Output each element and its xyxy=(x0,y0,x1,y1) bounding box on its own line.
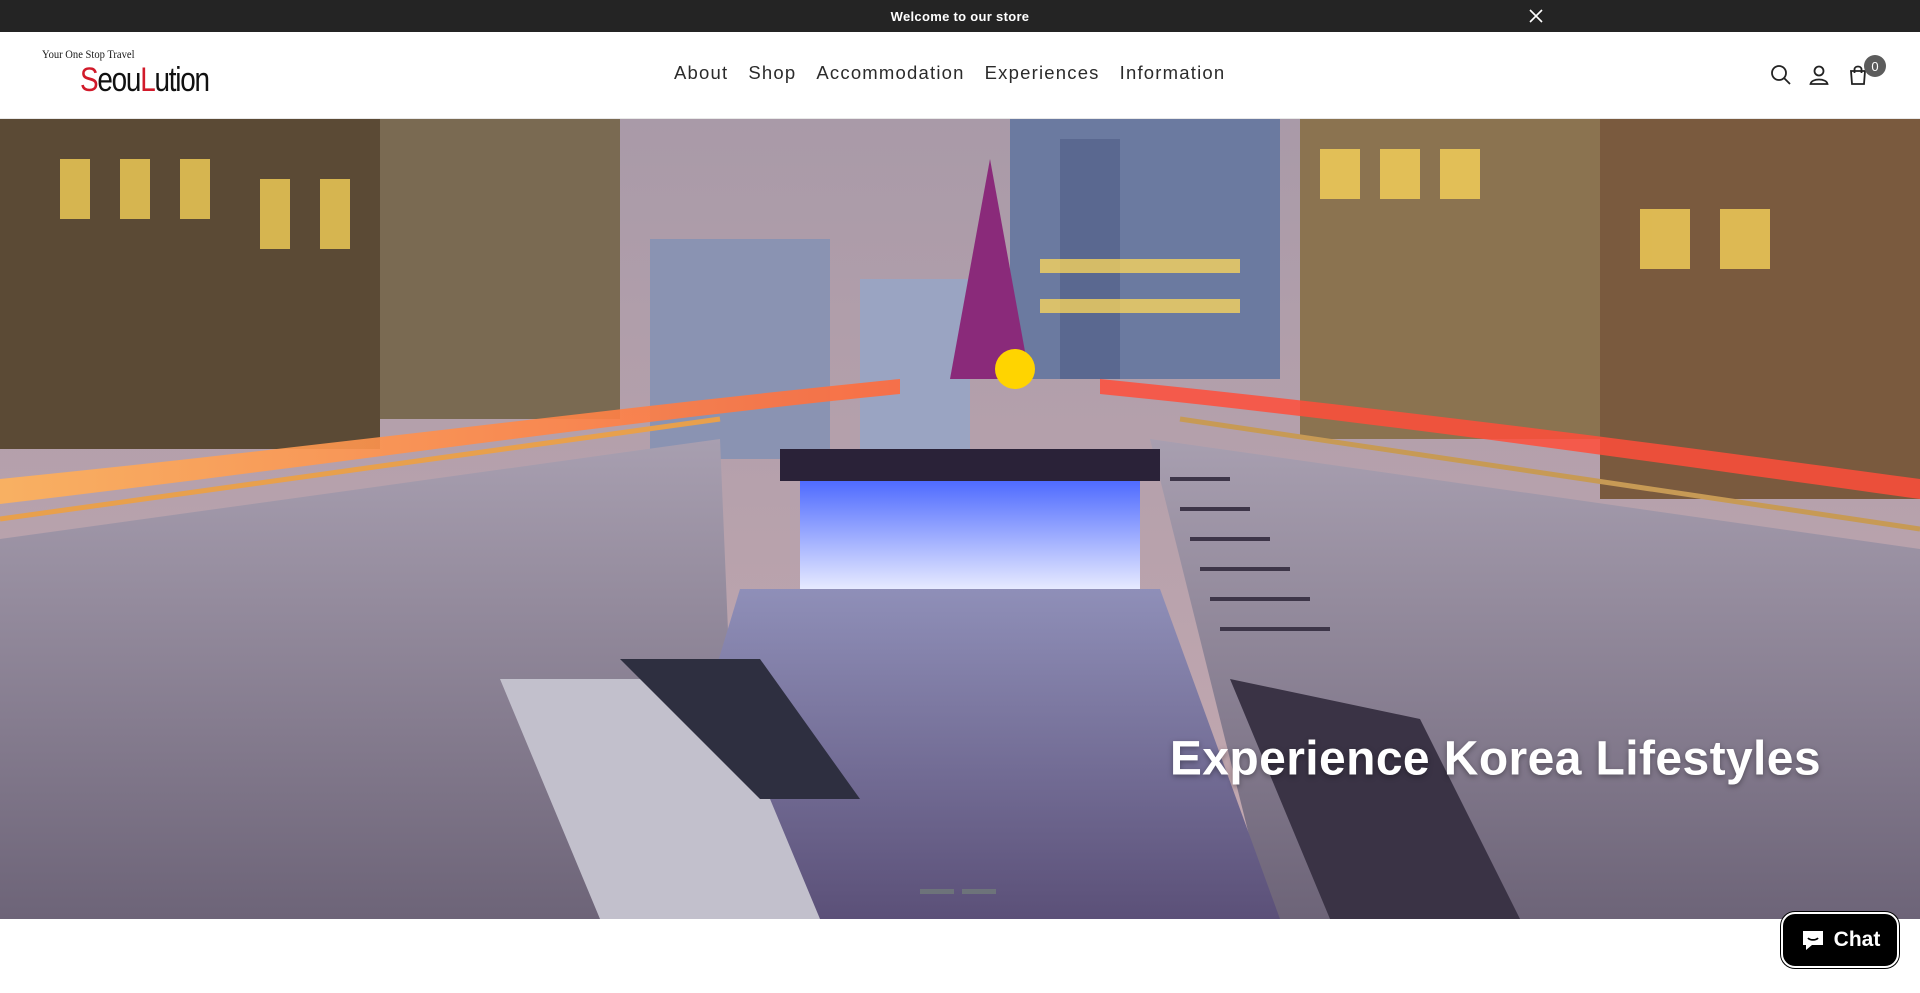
hero-banner: Experience Korea Lifestyles xyxy=(0,119,1920,919)
nav-item-shop[interactable]: Shop xyxy=(738,62,806,84)
close-icon xyxy=(1529,9,1543,23)
announcement-text: Welcome to our store xyxy=(890,8,1030,24)
nav-item-experiences[interactable]: Experiences xyxy=(975,62,1110,84)
close-announcement-button[interactable] xyxy=(1524,6,1548,26)
announcement-bar: Welcome to our store xyxy=(0,0,1920,32)
main-nav: About Shop Accommodation Experiences Inf… xyxy=(664,62,1235,84)
logo-word-after: ution xyxy=(154,61,210,99)
logo[interactable]: Your One Stop Travel SeouLution xyxy=(42,47,222,103)
site-header: Your One Stop Travel SeouLution About Sh… xyxy=(0,32,1920,119)
slider-dots xyxy=(920,889,996,894)
hero-image xyxy=(0,119,1920,919)
chat-label: Chat xyxy=(1833,928,1881,951)
logo-initial-s: S xyxy=(80,61,99,99)
slider-dot-2[interactable] xyxy=(962,889,996,894)
logo-tagline: Your One Stop Travel xyxy=(42,47,135,61)
account-icon xyxy=(1809,65,1829,85)
nav-item-about[interactable]: About xyxy=(664,62,738,84)
nav-item-information[interactable]: Information xyxy=(1110,62,1236,84)
nav-item-accommodation[interactable]: Accommodation xyxy=(806,62,974,84)
search-button[interactable] xyxy=(1766,60,1796,90)
chat-icon xyxy=(1802,931,1823,950)
account-button[interactable] xyxy=(1804,60,1834,90)
search-icon xyxy=(1771,65,1791,85)
chat-button[interactable]: Chat xyxy=(1781,912,1899,968)
logo-red-initial: L xyxy=(140,61,156,99)
slider-dot-1[interactable] xyxy=(920,889,954,894)
logo-word-before: eou xyxy=(97,61,141,99)
cart-count-badge: 0 xyxy=(1864,55,1886,77)
logo-wordmark: SeouLution xyxy=(80,61,210,100)
hero-heading: Experience Korea Lifestyles xyxy=(1169,732,1821,786)
